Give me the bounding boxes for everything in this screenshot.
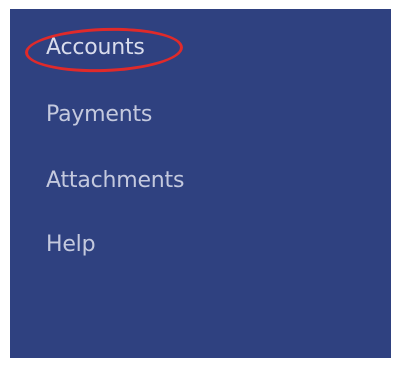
- nav-item-payments[interactable]: Payments: [46, 101, 152, 129]
- nav-item-attachments[interactable]: Attachments: [46, 167, 184, 195]
- nav-item-help[interactable]: Help: [46, 231, 96, 259]
- nav-item-accounts[interactable]: Accounts: [46, 34, 145, 62]
- nav-panel: Accounts Payments Attachments Help: [10, 9, 391, 358]
